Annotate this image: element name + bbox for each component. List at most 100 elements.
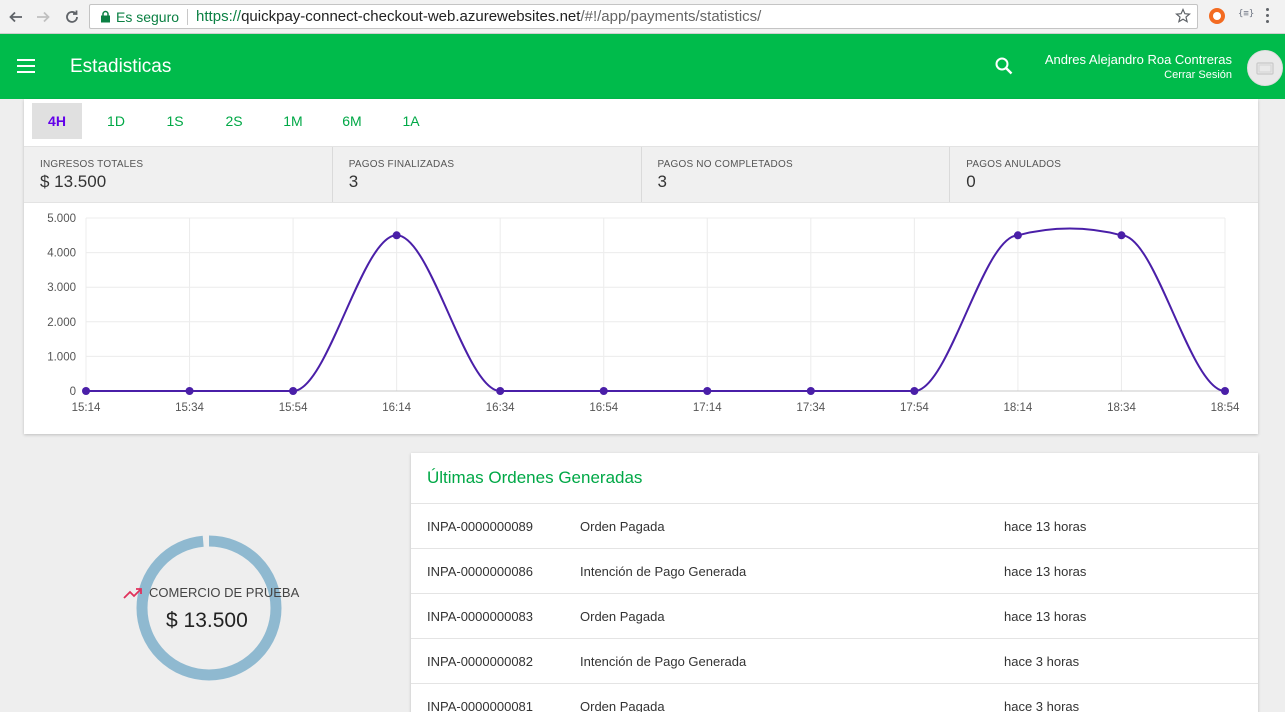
metric-label: PAGOS NO COMPLETADOS	[657, 159, 793, 170]
address-bar[interactable]: Es seguro https://quickpay-connect-check…	[89, 4, 1198, 29]
data-point	[703, 387, 712, 395]
user-name: Andres Alejandro Roa Contreras	[1044, 52, 1232, 67]
x-tick-label: 18:54	[1211, 402, 1240, 414]
range-tab-2s[interactable]: 2S	[209, 103, 259, 139]
app-header: Estadisticas Andres Alejandro Roa Contre…	[0, 34, 1285, 99]
merchant-amount: $ 13.500	[166, 609, 248, 632]
orders-card: Últimas Ordenes Generadas INPA-000000008…	[411, 453, 1258, 712]
x-tick-label: 17:54	[900, 402, 929, 414]
order-status: Intención de Pago Generada	[580, 564, 747, 579]
data-point	[185, 387, 194, 395]
extension-icon[interactable]	[1209, 8, 1225, 24]
reload-icon[interactable]	[61, 6, 83, 28]
data-point	[1117, 231, 1126, 240]
x-tick-label: 15:14	[72, 402, 101, 414]
order-time: hace 13 horas	[1004, 564, 1087, 579]
data-point	[806, 387, 815, 395]
page-title: Estadisticas	[70, 56, 172, 77]
browser-menu-icon[interactable]	[1266, 8, 1269, 23]
y-tick-label: 5.000	[47, 213, 76, 225]
y-tick-label: 1.000	[47, 351, 76, 363]
data-point	[82, 387, 90, 395]
order-time: hace 13 horas	[1004, 519, 1087, 534]
range-tab-6m[interactable]: 6M	[327, 103, 377, 139]
secure-label: Es seguro	[116, 8, 180, 25]
search-icon[interactable]	[994, 56, 1014, 81]
order-time: hace 3 horas	[1004, 699, 1080, 712]
x-tick-label: 17:14	[693, 402, 722, 414]
x-tick-label: 16:54	[589, 402, 618, 414]
bookmark-star-icon[interactable]	[1175, 8, 1191, 28]
order-id: INPA-0000000089	[427, 519, 534, 534]
x-tick-label: 18:14	[1004, 402, 1033, 414]
donut-arc	[136, 535, 282, 681]
x-tick-label: 16:34	[486, 402, 515, 414]
json-extension-icon[interactable]: {≡}	[1238, 9, 1254, 19]
merchant-donut	[136, 535, 282, 681]
x-tick-label: 17:34	[796, 402, 825, 414]
donut-ring	[136, 535, 282, 681]
order-row[interactable]: INPA-0000000082 Intención de Pago Generad…	[411, 638, 1258, 683]
browser-toolbar: Es seguro https://quickpay-connect-check…	[0, 0, 1285, 34]
y-tick-label: 4.000	[47, 248, 76, 260]
range-tab-1m[interactable]: 1M	[268, 103, 318, 139]
forward-icon[interactable]	[32, 6, 54, 28]
x-tick-label: 15:54	[279, 402, 308, 414]
order-row[interactable]: INPA-0000000086 Intención de Pago Generad…	[411, 548, 1258, 593]
y-tick-label: 3.000	[47, 282, 76, 294]
order-id: INPA-0000000081	[427, 699, 534, 712]
order-row[interactable]: INPA-0000000083 Orden Pagada hace 13 horas	[411, 593, 1258, 638]
range-tab-1d[interactable]: 1D	[91, 103, 141, 139]
range-tab-1a[interactable]: 1A	[386, 103, 436, 139]
x-tick-label: 16:14	[382, 402, 411, 414]
order-id: INPA-0000000086	[427, 564, 534, 579]
metric-value: 0	[966, 172, 976, 191]
back-icon[interactable]	[5, 6, 27, 28]
menu-icon[interactable]	[17, 59, 35, 73]
range-tabs: 4H 1D 1S 2S 1M 6M 1A	[32, 103, 445, 139]
metric-label: PAGOS ANULADOS	[966, 159, 1062, 170]
order-status: Orden Pagada	[580, 609, 665, 624]
metric-value: $ 13.500	[40, 172, 107, 191]
url-host: quickpay-connect-checkout-web.azurewebsi…	[241, 8, 581, 25]
order-row[interactable]: INPA-0000000081 Orden Pagada hace 3 horas	[411, 683, 1258, 712]
logout-link[interactable]: Cerrar Sesión	[1164, 69, 1232, 81]
order-id: INPA-0000000082	[427, 654, 534, 669]
data-point	[392, 231, 401, 240]
x-tick-label: 18:34	[1107, 402, 1136, 414]
metric-box: PAGOS ANULADOS 0	[950, 147, 1258, 202]
url-path: /#!/app/payments/statistics/	[580, 8, 762, 25]
metric-label: INGRESOS TOTALES	[40, 159, 144, 170]
merchant-name: COMERCIO DE PRUEBA	[149, 585, 300, 600]
order-status: Orden Pagada	[580, 699, 665, 712]
order-time: hace 13 horas	[1004, 609, 1087, 624]
metric-box: PAGOS NO COMPLETADOS 3	[642, 147, 951, 202]
orders-list: INPA-0000000089 Orden Pagada hace 13 horas…	[411, 503, 1258, 712]
order-id: INPA-0000000083	[427, 609, 534, 624]
metric-value: 3	[657, 172, 667, 191]
statistics-card: 4H 1D 1S 2S 1M 6M 1A INGRESOS TOTALES $ 13.500 P…	[24, 99, 1258, 434]
y-tick-label: 2.000	[47, 317, 76, 329]
range-tab-1s[interactable]: 1S	[150, 103, 200, 139]
data-point	[496, 387, 505, 395]
orders-title: Últimas Ordenes Generadas	[427, 468, 643, 487]
data-point	[1013, 231, 1022, 240]
avatar[interactable]	[1247, 50, 1283, 86]
data-point	[910, 387, 919, 395]
order-row[interactable]: INPA-0000000089 Orden Pagada hace 13 horas	[411, 503, 1258, 548]
range-tab-4h[interactable]: 4H	[32, 103, 82, 139]
order-status: Intención de Pago Generada	[580, 654, 747, 669]
metric-value: 3	[348, 172, 359, 191]
metric-box: PAGOS FINALIZADAS 3	[333, 147, 642, 202]
data-point	[599, 387, 608, 395]
income-line-chart: 0 1.000 2.000 3.000 4.000 5.000 15:14 15:34 15:5…	[47, 213, 1240, 414]
metric-box: INGRESOS TOTALES $ 13.500	[24, 147, 333, 202]
metric-label: PAGOS FINALIZADAS	[348, 159, 455, 170]
lock-icon	[98, 10, 112, 24]
url-divider	[187, 8, 189, 25]
x-tick-label: 15:34	[175, 402, 204, 414]
y-tick-label: 0	[70, 386, 76, 398]
order-status: Orden Pagada	[580, 519, 665, 534]
data-point	[289, 387, 298, 395]
order-time: hace 3 horas	[1004, 654, 1080, 669]
